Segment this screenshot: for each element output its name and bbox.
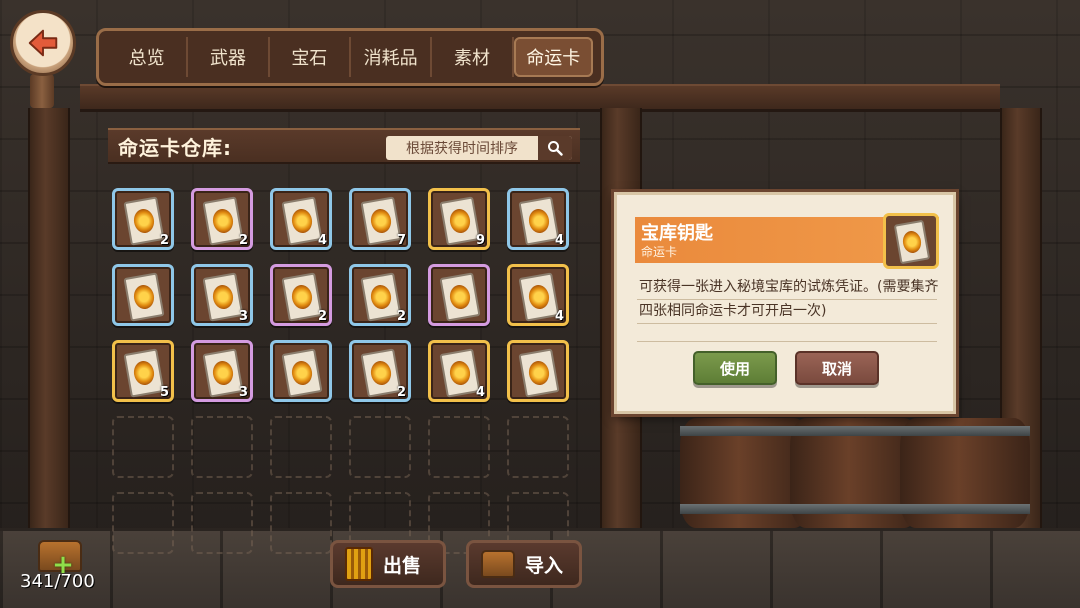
inventory-slot[interactable]: 2 [270,264,332,326]
empty-inventory-slot [428,416,490,478]
search-icon[interactable] [538,136,572,160]
inventory-slot[interactable] [270,340,332,402]
item-type: 命运卡 [641,245,678,259]
item-count: 2 [238,233,248,248]
warehouse-title: 命运卡仓库: [118,135,232,160]
fate-card-icon [893,219,931,265]
fate-card-icon [518,196,560,246]
fate-card-icon [360,272,402,322]
fate-card-icon [123,272,165,322]
fate-card-icon [281,348,323,398]
inventory-slot[interactable]: 4 [507,264,569,326]
inventory-slot[interactable]: 9 [428,188,490,250]
empty-inventory-slot [191,416,253,478]
fate-card-icon [202,196,244,246]
use-button[interactable]: 使用 [693,351,777,385]
inventory-slot[interactable]: 3 [191,264,253,326]
item-count: 9 [475,233,485,248]
item-detail-panel: 宝库钥匙 命运卡 可获得一张进入秘境宝库的试炼凭证。(需要集齐四张相同命运卡才可… [614,192,956,414]
import-label: 导入 [525,554,564,577]
fate-card-icon [439,272,481,322]
fate-card-icon [439,196,481,246]
tab-materials[interactable]: 素材 [432,37,514,77]
category-tabs: 总览 武器 宝石 消耗品 素材 命运卡 [96,28,604,86]
item-count: 2 [159,233,169,248]
empty-inventory-slot [112,416,174,478]
inventory-slot[interactable]: 2 [349,340,411,402]
item-count: 4 [554,233,564,248]
wooden-pillar-left [28,108,70,548]
empty-inventory-slot [270,492,332,554]
item-count: 4 [475,385,485,400]
inventory-slot[interactable]: 3 [191,340,253,402]
fate-card-icon [518,272,560,322]
empty-inventory-slot [112,492,174,554]
inventory-slot[interactable] [507,340,569,402]
back-arrow-icon [28,29,58,57]
fate-card-icon [439,348,481,398]
fate-card-icon [281,272,323,322]
inventory-slot[interactable]: 5 [112,340,174,402]
inventory-slot[interactable]: 2 [349,264,411,326]
tab-consumables[interactable]: 消耗品 [351,37,433,77]
barrel [900,418,1030,528]
import-button[interactable]: 导入 [466,540,582,588]
empty-inventory-slot [191,492,253,554]
item-count: 7 [396,233,406,248]
item-count: 2 [317,309,327,324]
fate-card-icon [123,196,165,246]
tab-gems[interactable]: 宝石 [270,37,351,77]
empty-inventory-slot [270,416,332,478]
trash-bin-icon [345,547,373,581]
fate-card-icon [123,348,165,398]
storage-capacity: 341/700 [20,571,95,592]
inventory-slot[interactable]: 2 [112,188,174,250]
item-count: 2 [396,309,406,324]
tab-weapons[interactable]: 武器 [188,37,270,77]
item-count: 3 [238,385,248,400]
treasure-chest-icon [481,550,515,578]
fate-card-icon [518,348,560,398]
divider [637,341,937,342]
empty-inventory-slot [349,416,411,478]
sell-button[interactable]: 出售 [330,540,446,588]
fate-card-icon [360,348,402,398]
sort-dropdown[interactable]: 根据获得时间排序 [386,136,572,160]
item-name: 宝库钥匙 [641,223,713,244]
item-count: 2 [396,385,406,400]
inventory-slot[interactable] [112,264,174,326]
inventory-slot[interactable] [428,264,490,326]
divider [637,299,937,300]
tab-overview[interactable]: 总览 [107,37,189,77]
item-count: 3 [238,309,248,324]
inventory-slot[interactable]: 4 [428,340,490,402]
warehouse-header: 命运卡仓库: 根据获得时间排序 [108,128,580,164]
empty-inventory-slot [507,416,569,478]
fate-card-icon [360,196,402,246]
sell-label: 出售 [383,554,422,577]
fate-card-icon [202,272,244,322]
item-count: 4 [554,309,564,324]
divider [637,323,937,324]
inventory-slot[interactable]: 2 [191,188,253,250]
item-count: 4 [317,233,327,248]
back-button-stand [30,74,54,108]
fate-card-icon [281,196,323,246]
wooden-beam [80,84,1000,112]
inventory-slot[interactable]: 4 [270,188,332,250]
tab-fate-cards[interactable]: 命运卡 [513,37,593,77]
sort-label: 根据获得时间排序 [406,141,518,157]
cancel-button[interactable]: 取消 [795,351,879,385]
fate-card-icon [202,348,244,398]
back-button[interactable] [10,10,76,76]
item-detail-icon [883,213,939,269]
inventory-slot[interactable]: 4 [507,188,569,250]
item-count: 5 [159,385,169,400]
inventory-slot[interactable]: 7 [349,188,411,250]
